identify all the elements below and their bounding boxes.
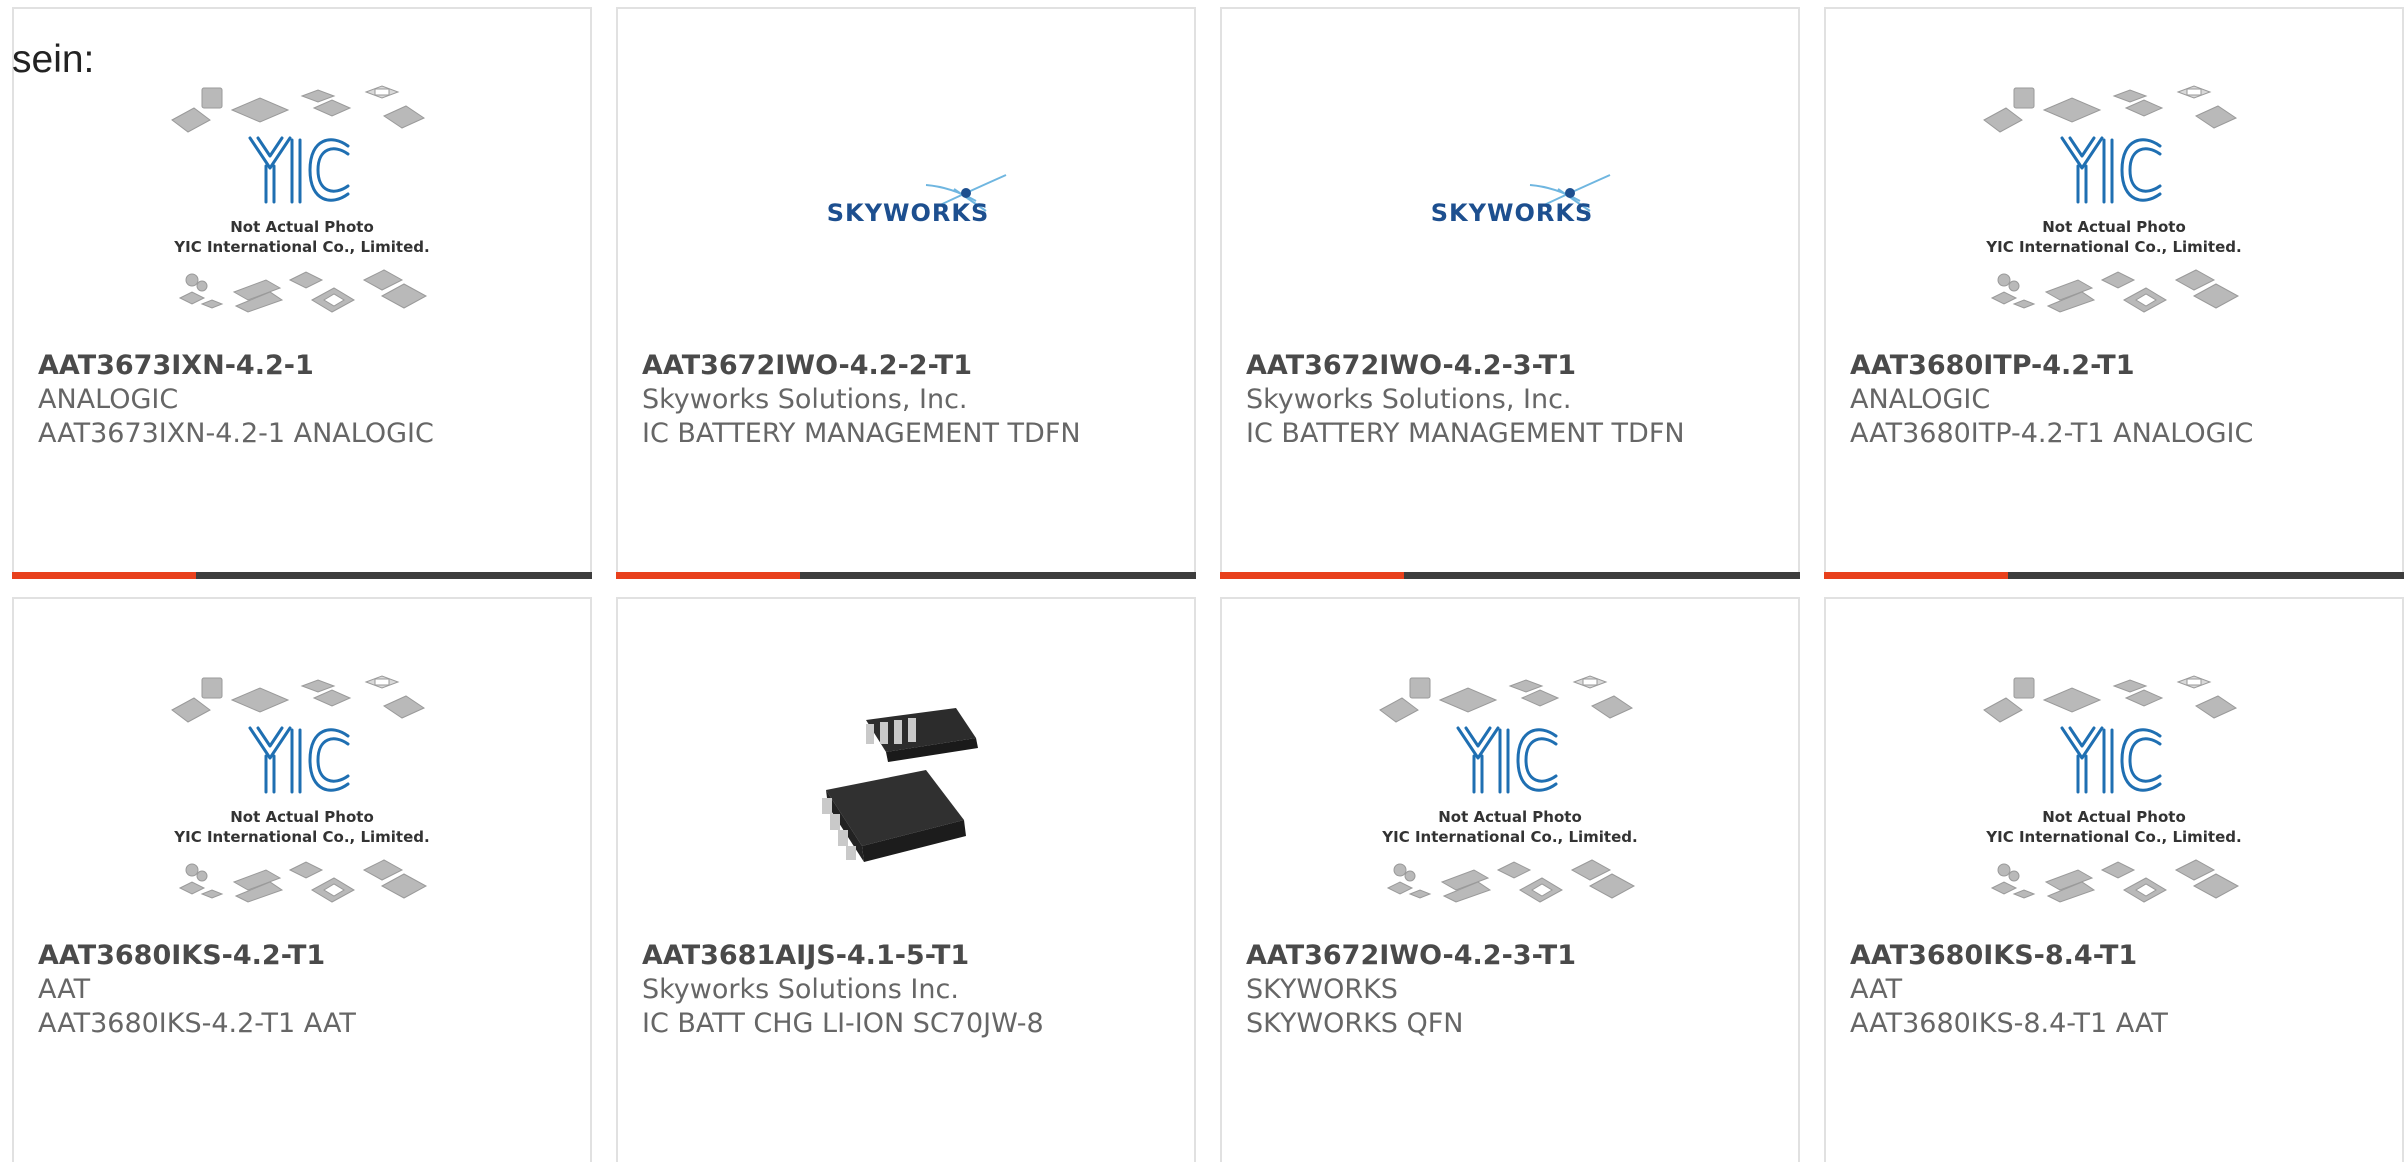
product-info: AAT3672IWO-4.2-3-T1 SKYWORKS SKYWORKS QF… <box>1246 939 1782 1041</box>
yic-placeholder-image: Not Actual Photo YIC International Co., … <box>1983 675 2242 903</box>
product-info: AAT3680ITP-4.2-T1 ANALOGIC AAT3680ITP-4.… <box>1850 349 2386 451</box>
page: sein: Not Actual Photo YIC International… <box>0 0 2405 1162</box>
description: SKYWORKS QFN <box>1246 1008 1464 1039</box>
yic-placeholder-image: Not Actual Photo YIC International Co., … <box>171 85 430 313</box>
product-info: AAT3672IWO-4.2-2-T1 Skyworks Solutions, … <box>642 349 1178 451</box>
product-card-6[interactable]: AAT3681AIJS-4.1-5-T1 Skyworks Solutions … <box>616 597 1196 1162</box>
manufacturer: SKYWORKS <box>1246 974 1398 1005</box>
product-grid: Not Actual Photo YIC International Co., … <box>12 7 2404 1162</box>
skyworks-logo-text: SKYWORKS <box>1431 199 1594 227</box>
placeholder-line1: Not Actual Photo <box>2042 218 2186 236</box>
placeholder-line2: YIC International Co., Limited. <box>1985 238 2241 256</box>
skyworks-logo-text: SKYWORKS <box>827 199 990 227</box>
manufacturer: AAT <box>38 974 91 1005</box>
placeholder-line2: YIC International Co., Limited. <box>173 828 429 846</box>
product-image[interactable]: SKYWORKS <box>1222 65 1798 345</box>
product-card-1[interactable]: Not Actual Photo YIC International Co., … <box>12 7 592 579</box>
product-info: AAT3672IWO-4.2-3-T1 Skyworks Solutions, … <box>1246 349 1782 451</box>
card-bottom-bar <box>616 572 1196 579</box>
product-image[interactable] <box>618 655 1194 935</box>
part-number[interactable]: AAT3672IWO-4.2-3-T1 <box>1246 939 1782 973</box>
description: AAT3673IXN-4.2-1 ANALOGIC <box>38 418 434 449</box>
description: AAT3680IKS-8.4-T1 AAT <box>1850 1008 2168 1039</box>
placeholder-line1: Not Actual Photo <box>1438 808 1582 826</box>
product-image[interactable]: Not Actual Photo YIC International Co., … <box>1222 655 1798 935</box>
skyworks-logo-image: SKYWORKS <box>827 174 1007 227</box>
card-accent-bar <box>1824 572 2008 579</box>
product-card-5[interactable]: Not Actual Photo YIC International Co., … <box>12 597 592 1162</box>
product-image[interactable]: Not Actual Photo YIC International Co., … <box>14 65 590 345</box>
part-number[interactable]: AAT3680IKS-8.4-T1 <box>1850 939 2386 973</box>
product-info: AAT3680IKS-4.2-T1 AAT AAT3680IKS-4.2-T1 … <box>38 939 574 1041</box>
manufacturer: Skyworks Solutions, Inc. <box>642 384 968 415</box>
skyworks-logo-image: SKYWORKS <box>1431 174 1611 227</box>
description: IC BATTERY MANAGEMENT TDFN <box>1246 418 1685 449</box>
part-number[interactable]: AAT3680IKS-4.2-T1 <box>38 939 574 973</box>
placeholder-line1: Not Actual Photo <box>230 808 374 826</box>
placeholder-line2: YIC International Co., Limited. <box>1381 828 1637 846</box>
product-info: AAT3673IXN-4.2-1 ANALOGIC AAT3673IXN-4.2… <box>38 349 574 451</box>
card-accent-bar <box>1220 572 1404 579</box>
product-info: AAT3681AIJS-4.1-5-T1 Skyworks Solutions … <box>642 939 1178 1041</box>
manufacturer: ANALOGIC <box>38 384 179 415</box>
placeholder-line2: YIC International Co., Limited. <box>173 238 429 256</box>
placeholder-line1: Not Actual Photo <box>2042 808 2186 826</box>
manufacturer: AAT <box>1850 974 1903 1005</box>
manufacturer: Skyworks Solutions Inc. <box>642 974 959 1005</box>
product-card-8[interactable]: Not Actual Photo YIC International Co., … <box>1824 597 2404 1162</box>
product-card-7[interactable]: Not Actual Photo YIC International Co., … <box>1220 597 1800 1162</box>
product-image[interactable]: SKYWORKS <box>618 65 1194 345</box>
placeholder-line2: YIC International Co., Limited. <box>1985 828 2241 846</box>
yic-placeholder-image: Not Actual Photo YIC International Co., … <box>171 675 430 903</box>
placeholder-line1: Not Actual Photo <box>230 218 374 236</box>
product-image[interactable]: Not Actual Photo YIC International Co., … <box>14 655 590 935</box>
product-card-4[interactable]: Not Actual Photo YIC International Co., … <box>1824 7 2404 579</box>
part-number[interactable]: AAT3680ITP-4.2-T1 <box>1850 349 2386 383</box>
yic-placeholder-image: Not Actual Photo YIC International Co., … <box>1983 85 2242 313</box>
description: AAT3680IKS-4.2-T1 AAT <box>38 1008 356 1039</box>
product-info: AAT3680IKS-8.4-T1 AAT AAT3680IKS-8.4-T1 … <box>1850 939 2386 1041</box>
product-card-2[interactable]: SKYWORKS AAT3672IWO-4.2-2-T1 Skyworks So… <box>616 7 1196 579</box>
manufacturer: Skyworks Solutions, Inc. <box>1246 384 1572 415</box>
description: IC BATTERY MANAGEMENT TDFN <box>642 418 1081 449</box>
card-accent-bar <box>12 572 196 579</box>
product-card-3[interactable]: SKYWORKS AAT3672IWO-4.2-3-T1 Skyworks So… <box>1220 7 1800 579</box>
part-number[interactable]: AAT3673IXN-4.2-1 <box>38 349 574 383</box>
manufacturer: ANALOGIC <box>1850 384 1991 415</box>
card-bottom-bar <box>1220 572 1800 579</box>
chip-photo-image <box>822 708 978 862</box>
part-number[interactable]: AAT3672IWO-4.2-3-T1 <box>1246 349 1782 383</box>
card-bottom-bar <box>12 572 592 579</box>
part-number[interactable]: AAT3681AIJS-4.1-5-T1 <box>642 939 1178 973</box>
card-bottom-bar <box>1824 572 2404 579</box>
product-image[interactable]: Not Actual Photo YIC International Co., … <box>1826 655 2402 935</box>
yic-placeholder-image: Not Actual Photo YIC International Co., … <box>1379 675 1638 903</box>
card-accent-bar <box>616 572 800 579</box>
product-image[interactable]: Not Actual Photo YIC International Co., … <box>1826 65 2402 345</box>
description: AAT3680ITP-4.2-T1 ANALOGIC <box>1850 418 2254 449</box>
description: IC BATT CHG LI-ION SC70JW-8 <box>642 1008 1044 1039</box>
intro-text: sein: <box>12 38 95 81</box>
part-number[interactable]: AAT3672IWO-4.2-2-T1 <box>642 349 1178 383</box>
